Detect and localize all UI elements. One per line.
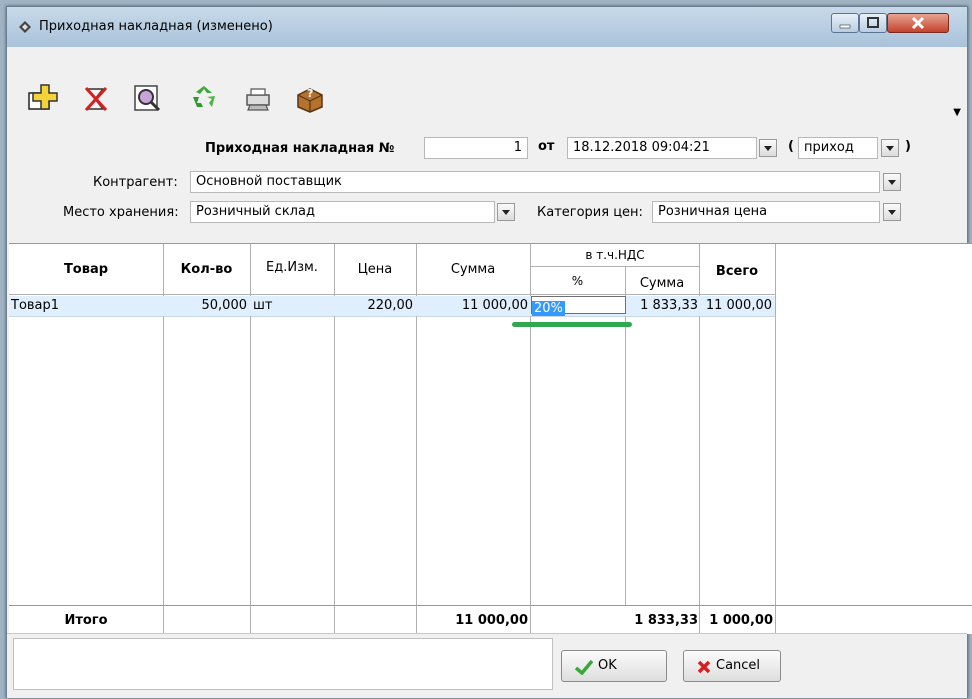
maximize-icon <box>867 17 879 28</box>
refresh-icon[interactable] <box>187 83 221 113</box>
price-category-label: Категория цен: <box>537 205 643 220</box>
app-icon <box>19 21 31 33</box>
col-header-product[interactable]: Товар <box>9 262 163 277</box>
date-dropdown-button[interactable] <box>759 139 777 157</box>
help-box-icon[interactable]: ? <box>293 83 327 113</box>
doc-number-label: Приходная накладная № <box>205 141 395 156</box>
type-open-paren: ( <box>788 139 794 154</box>
bottom-bar: OK Cancel <box>7 633 967 698</box>
totals-vat-sum: 1 833,33 <box>634 613 698 628</box>
toolbar-overflow-icon[interactable]: ▼ <box>953 107 961 118</box>
ok-label: OK <box>598 658 617 673</box>
col-header-vat-group: в т.ч.НДС <box>585 248 645 262</box>
search-icon[interactable] <box>131 83 165 113</box>
row-product[interactable]: Товар1 <box>11 298 59 313</box>
col-header-vat-sum[interactable]: Сумма <box>625 276 699 291</box>
ok-button[interactable]: OK <box>561 650 667 682</box>
price-category-field[interactable]: Розничная цена <box>652 201 880 223</box>
counterparty-dropdown-button[interactable] <box>883 173 901 191</box>
items-table[interactable]: Товар Кол-во Ед.Изм. Цена Сумма в т.ч.НД… <box>9 243 972 606</box>
price-category-dropdown-button[interactable] <box>883 203 901 221</box>
storage-dropdown-button[interactable] <box>497 203 515 221</box>
cancel-button[interactable]: Cancel <box>683 650 781 682</box>
from-label: от <box>538 139 555 154</box>
vat-percent-editor[interactable]: 20% <box>531 296 626 316</box>
row-qty[interactable]: 50,000 <box>163 298 248 313</box>
cancel-icon <box>697 660 711 674</box>
storage-label: Место хранения: <box>63 205 179 220</box>
totals-row: Итого 11 000,00 1 833,33 1 000,00 <box>9 605 972 634</box>
close-button[interactable] <box>887 13 949 33</box>
row-total[interactable]: 11 000,00 <box>699 298 772 313</box>
col-header-unit[interactable]: Ед.Изм. <box>250 260 334 275</box>
svg-text:?: ? <box>307 87 313 100</box>
maximize-button[interactable] <box>859 13 887 33</box>
totals-sum: 11 000,00 <box>455 613 528 628</box>
window-title: Приходная накладная (изменено) <box>39 19 273 34</box>
cancel-label: Cancel <box>716 658 761 673</box>
status-panel <box>13 638 553 690</box>
delete-document-icon[interactable] <box>79 83 113 113</box>
col-header-vat-pct[interactable]: % <box>530 274 625 288</box>
minimize-icon <box>839 24 851 29</box>
minimize-button[interactable] <box>831 13 859 33</box>
row-sum[interactable]: 11 000,00 <box>416 298 528 313</box>
row-unit[interactable]: шт <box>253 298 272 313</box>
type-close-paren: ) <box>905 139 911 154</box>
print-icon[interactable] <box>241 83 275 113</box>
date-field[interactable]: 18.12.2018 09:04:21 <box>567 137 757 159</box>
counterparty-field[interactable]: Основной поставщик <box>190 171 880 193</box>
col-header-qty[interactable]: Кол-во <box>163 262 250 277</box>
col-header-sum[interactable]: Сумма <box>416 262 530 277</box>
storage-field[interactable]: Розничный склад <box>190 201 495 223</box>
doc-number-field[interactable]: 1 <box>424 137 528 159</box>
highlight-underline <box>512 322 632 327</box>
row-price[interactable]: 220,00 <box>334 298 414 313</box>
checkmark-icon <box>574 659 594 675</box>
col-header-price[interactable]: Цена <box>334 262 416 277</box>
type-dropdown-button[interactable] <box>881 139 899 157</box>
vat-percent-value[interactable]: 20% <box>532 301 565 316</box>
col-header-total[interactable]: Всего <box>699 264 775 279</box>
toolbar: ? ▼ <box>7 47 967 124</box>
type-select[interactable]: приход <box>798 137 878 159</box>
close-icon <box>911 16 925 30</box>
table-row[interactable]: Товар1 50,000 шт 220,00 11 000,00 1 833,… <box>9 296 775 316</box>
document-header: Приходная накладная № 1 от 18.12.2018 09… <box>7 123 967 243</box>
add-document-icon[interactable] <box>25 83 59 113</box>
counterparty-label: Контрагент: <box>93 175 178 190</box>
totals-label: Итого <box>64 613 108 628</box>
title-bar: Приходная накладная (изменено) <box>7 7 967 47</box>
row-vat-sum[interactable]: 1 833,33 <box>625 298 698 313</box>
invoice-window: Приходная накладная (изменено) ? ▼ Прихо… <box>6 6 972 698</box>
totals-total: 1 000,00 <box>709 613 773 628</box>
